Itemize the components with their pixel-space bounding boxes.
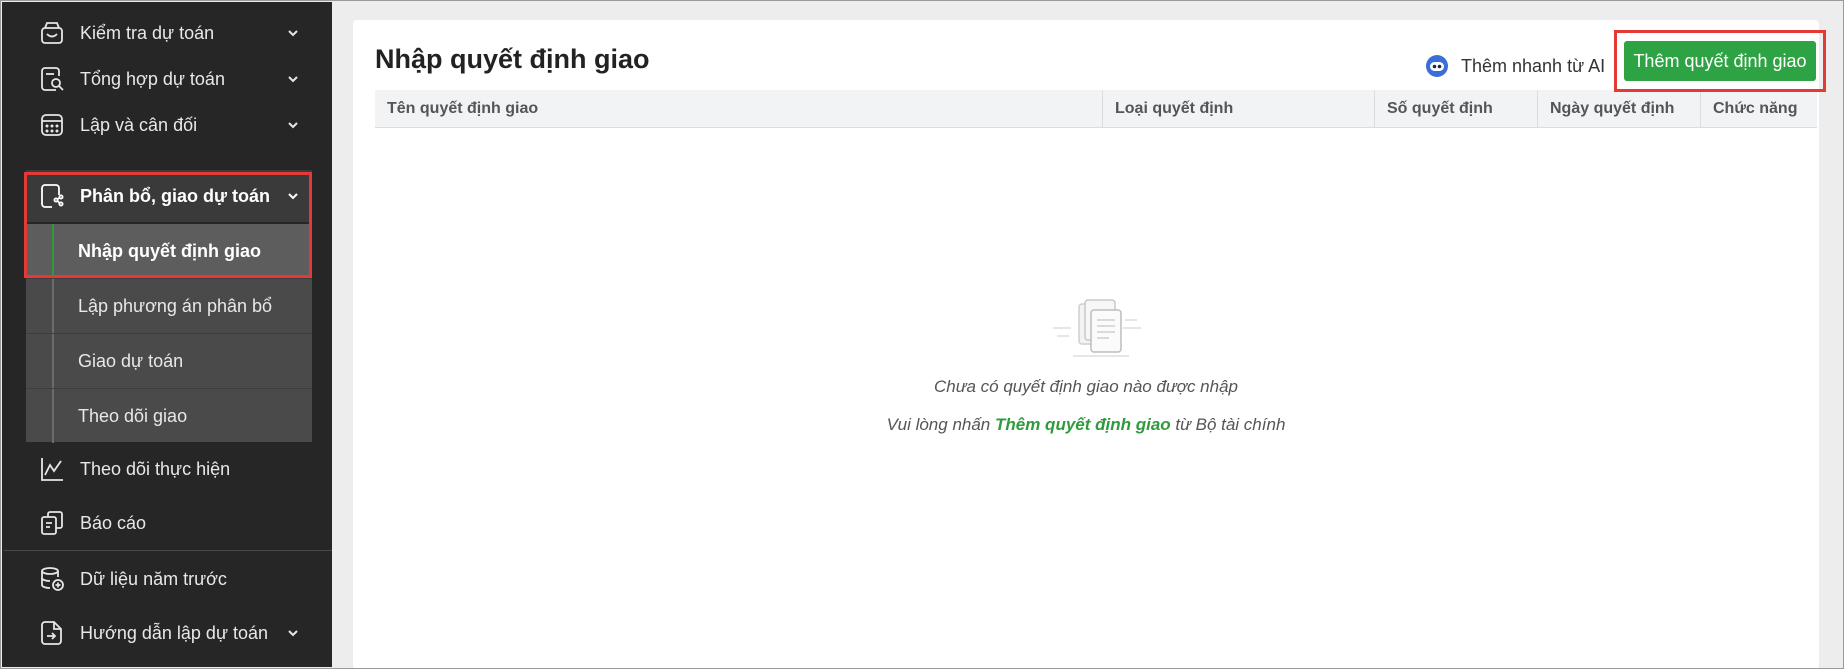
sidebar-separator (4, 550, 332, 551)
page-title: Nhập quyết định giao (375, 44, 650, 74)
indent-line (52, 279, 54, 333)
table-header: Tên quyết định giao Loại quyết định Số q… (375, 90, 1817, 128)
ai-bot-icon (1426, 55, 1448, 77)
sidebar-item-phan-bo-giao-du-toan[interactable]: Phân bổ, giao dự toán (26, 170, 312, 222)
submenu-phan-bo: Nhập quyết định giao Lập phương án phân … (26, 224, 312, 443)
sidebar-item-label: Theo dõi thực hiện (80, 458, 231, 479)
sidebar-item-label: Dữ liệu năm trước (80, 568, 227, 589)
file-export-icon (38, 619, 66, 647)
share-document-icon (38, 182, 66, 210)
empty-state-hint: Vui lòng nhấn Thêm quyết định giao từ Bộ… (353, 415, 1819, 435)
sidebar-item-huong-dan-lap-du-toan[interactable]: Hướng dẫn lập dự toán (26, 606, 312, 660)
empty-hint-action: Thêm quyết định giao (995, 415, 1171, 434)
sidebar-subitem-label: Giao dự toán (78, 350, 184, 371)
column-header-chuc-nang[interactable]: Chức năng (1701, 90, 1817, 128)
empty-hint-prefix: Vui lòng nhấn (886, 415, 995, 434)
chevron-down-icon (282, 185, 304, 207)
sidebar-subitem-label: Nhập quyết định giao (78, 240, 261, 261)
sidebar-item-bao-cao[interactable]: Báo cáo (26, 496, 312, 550)
empty-hint-suffix: từ Bộ tài chính (1170, 415, 1286, 434)
sidebar: Kiểm tra dự toán Tổng hợp dự toán Lập và… (2, 2, 332, 667)
empty-documents-icon (1053, 299, 1141, 357)
inbox-icon (38, 19, 66, 47)
column-header-ten-quyet-dinh[interactable]: Tên quyết định giao (375, 90, 1103, 128)
active-indicator (52, 224, 54, 278)
database-add-icon (38, 565, 66, 593)
indent-line (52, 334, 54, 388)
document-search-icon (38, 65, 66, 93)
sidebar-subitem-theo-doi-giao[interactable]: Theo dõi giao (26, 389, 312, 443)
report-copy-icon (38, 509, 66, 537)
sidebar-item-theo-doi-thuc-hien[interactable]: Theo dõi thực hiện (26, 442, 312, 496)
main-panel: Nhập quyết định giao Thêm nhanh từ AI Th… (353, 20, 1819, 669)
sidebar-item-du-lieu-nam-truoc[interactable]: Dữ liệu năm trước (26, 552, 312, 606)
sidebar-item-label: Kiểm tra dự toán (80, 22, 215, 43)
sidebar-item-label: Lập và cân đối (80, 114, 198, 135)
empty-state-message: Chưa có quyết định giao nào được nhập (933, 377, 1239, 396)
sidebar-subitem-giao-du-toan[interactable]: Giao dự toán (26, 334, 312, 388)
sidebar-item-lap-va-can-doi[interactable]: Lập và cân đối (26, 98, 312, 152)
chevron-down-icon (282, 622, 304, 644)
sidebar-item-label: Phân bổ, giao dự toán (80, 185, 271, 206)
sidebar-item-label: Báo cáo (80, 512, 147, 533)
sidebar-subitem-label: Theo dõi giao (78, 405, 188, 426)
sidebar-subitem-lap-phuong-an-phan-bo[interactable]: Lập phương án phân bổ (26, 279, 312, 333)
chevron-down-icon (282, 22, 304, 44)
add-decision-button[interactable]: Thêm quyết định giao (1624, 41, 1816, 81)
calculator-icon (38, 111, 66, 139)
column-header-loai-quyet-dinh[interactable]: Loại quyết định (1103, 90, 1375, 128)
sidebar-item-label: Hướng dẫn lập dự toán (80, 622, 269, 643)
column-header-so-quyet-dinh[interactable]: Số quyết định (1375, 90, 1538, 128)
quick-add-ai-label: Thêm nhanh từ AI (1461, 55, 1606, 76)
chevron-down-icon (282, 68, 304, 90)
line-chart-icon (38, 455, 66, 483)
sidebar-subitem-nhap-quyet-dinh-giao[interactable]: Nhập quyết định giao (26, 224, 312, 278)
quick-add-ai-button[interactable]: Thêm nhanh từ AI (1425, 48, 1605, 84)
sidebar-subitem-label: Lập phương án phân bổ (78, 295, 273, 316)
indent-line (52, 389, 54, 443)
column-header-ngay-quyet-dinh[interactable]: Ngày quyết định (1538, 90, 1701, 128)
chevron-down-icon (282, 114, 304, 136)
sidebar-item-label: Tổng hợp dự toán (80, 68, 225, 89)
